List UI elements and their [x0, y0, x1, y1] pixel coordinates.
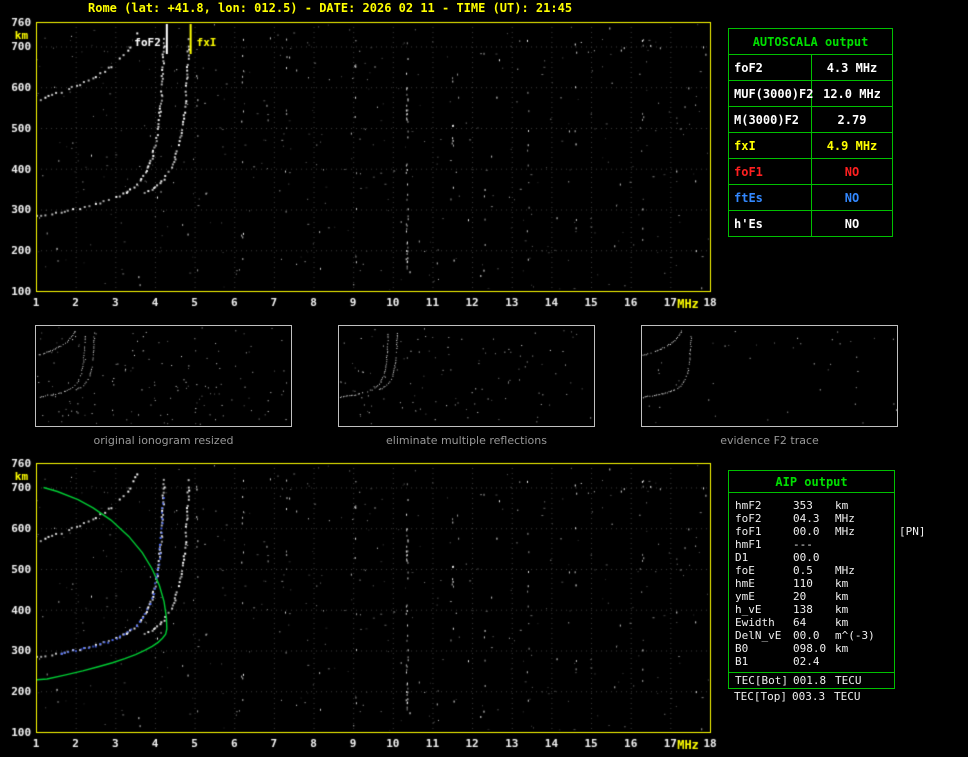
- aip-row-tec-bottom: TEC[Bot] 001.8 TECU: [729, 673, 894, 688]
- aip-row: B1 02.4: [729, 655, 894, 668]
- aip-param-value: 001.8: [793, 674, 827, 687]
- aip-row: h_vE 138 km: [729, 603, 894, 616]
- aip-param-value: 098.0: [793, 642, 827, 655]
- aip-param-label: hmE: [735, 577, 755, 590]
- aip-param-label: hmF2: [735, 499, 762, 512]
- aip-param-label: foE: [735, 564, 755, 577]
- aip-param-value: 00.0: [793, 551, 820, 564]
- param-label: h'Es: [729, 211, 812, 236]
- aip-rows: hmF2 353 km foF2 04.3 MHz foF1 00.0 MHz …: [729, 493, 926, 668]
- aip-param-unit: TECU: [834, 690, 861, 703]
- aip-param-value: 00.0: [793, 629, 820, 642]
- autoscala-window: { "header": { "title": "Rome (lat: +41.8…: [0, 0, 968, 757]
- aip-param-label: h_vE: [735, 603, 762, 616]
- thumbnail-eliminate-reflections: [338, 325, 595, 427]
- aip-param-unit: TECU: [835, 674, 862, 687]
- table-row: foF2 4.3 MHz: [729, 55, 892, 81]
- table-row: MUF(3000)F2 12.0 MHz: [729, 81, 892, 107]
- window-title: Rome (lat: +41.8, lon: 012.5) - DATE: 20…: [88, 1, 573, 15]
- param-label: foF2: [729, 55, 812, 80]
- thumbnail-caption: eliminate multiple reflections: [386, 434, 547, 447]
- table-row: h'Es NO: [729, 211, 892, 236]
- thumbnail-caption: original ionogram resized: [93, 434, 234, 447]
- aip-row: hmF2 353 km: [729, 499, 894, 512]
- aip-param-unit: km: [835, 616, 849, 629]
- aip-param-unit: MHz: [835, 512, 855, 525]
- aip-param-unit: m^(-3): [835, 629, 875, 642]
- table-row: fxI 4.9 MHz: [729, 133, 892, 159]
- aip-param-unit: km: [835, 642, 849, 655]
- param-label: MUF(3000)F2: [729, 81, 813, 106]
- aip-row: foF1 00.0 MHz [PN]: [729, 525, 926, 538]
- aip-param-label: foF1: [735, 525, 762, 538]
- aip-param-label: ymE: [735, 590, 755, 603]
- autoscala-output-table: AUTOSCALA output foF2 4.3 MHz MUF(3000)F…: [728, 28, 893, 237]
- aip-param-label: TEC[Bot]: [735, 674, 788, 687]
- aip-param-label: D1: [735, 551, 749, 564]
- aip-param-unit: km: [835, 499, 849, 512]
- aip-row: ymE 20 km: [729, 590, 894, 603]
- param-label: ftEs: [729, 185, 812, 210]
- aip-output-table: AIP output hmF2 353 km foF2 04.3 MHz foF…: [728, 470, 926, 689]
- param-value: NO: [844, 165, 860, 179]
- aip-row: DelN_vE 00.0 m^(-3): [729, 629, 894, 642]
- aip-row: D1 00.0: [729, 551, 894, 564]
- aip-param-unit: km: [835, 590, 849, 603]
- aip-output-title: AIP output: [729, 471, 894, 493]
- param-value: 12.0 MHz: [823, 87, 881, 101]
- aip-param-value: ---: [793, 538, 813, 551]
- aip-row-tec-top: TEC[Top] 003.3 TECU: [728, 690, 893, 705]
- thumbnail-original-ionogram: [35, 325, 292, 427]
- aip-param-unit: MHz: [835, 564, 855, 577]
- aip-param-label: foF2: [735, 512, 762, 525]
- aip-param-unit: km: [835, 603, 849, 616]
- aip-param-value: 04.3: [793, 512, 820, 525]
- param-value: NO: [844, 191, 860, 205]
- aip-param-label: B0: [735, 642, 749, 655]
- aip-param-value: 353: [793, 499, 813, 512]
- aip-param-note: [PN]: [899, 525, 926, 538]
- autoscala-output-title: AUTOSCALA output: [729, 29, 892, 55]
- aip-row: hmF1 ---: [729, 538, 894, 551]
- aip-param-value: 02.4: [793, 655, 820, 668]
- aip-param-value: 003.3: [792, 690, 826, 703]
- aip-param-label: DelN_vE: [735, 629, 782, 642]
- param-value: 4.9 MHz: [826, 139, 878, 153]
- param-label: fxI: [729, 133, 812, 158]
- table-row: M(3000)F2 2.79: [729, 107, 892, 133]
- aip-param-label: Ewidth: [735, 616, 775, 629]
- aip-row: B0 098.0 km: [729, 642, 894, 655]
- aip-param-label: B1: [735, 655, 749, 668]
- aip-param-value: 0.5: [793, 564, 813, 577]
- param-value: NO: [844, 217, 860, 231]
- aip-row: Ewidth 64 km: [729, 616, 894, 629]
- ionogram-profile-canvas: [0, 455, 725, 757]
- param-label: M(3000)F2: [729, 107, 812, 132]
- ionogram-main-canvas: [0, 14, 725, 316]
- aip-row: foE 0.5 MHz: [729, 564, 894, 577]
- aip-param-unit: MHz: [835, 525, 855, 538]
- thumbnail-caption: evidence F2 trace: [720, 434, 819, 447]
- aip-param-label: TEC[Top]: [734, 690, 787, 703]
- aip-param-value: 110: [793, 577, 813, 590]
- aip-param-value: 138: [793, 603, 813, 616]
- aip-param-value: 20: [793, 590, 807, 603]
- aip-param-unit: km: [835, 577, 849, 590]
- table-row: foF1 NO: [729, 159, 892, 185]
- table-row: ftEs NO: [729, 185, 892, 211]
- thumbnail-evidence-f2-trace: [641, 325, 898, 427]
- aip-param-label: hmF1: [735, 538, 762, 551]
- aip-row: hmE 110 km: [729, 577, 894, 590]
- aip-param-value: 00.0: [793, 525, 820, 538]
- param-value: 4.3 MHz: [826, 61, 878, 75]
- param-value: 2.79: [837, 113, 867, 127]
- aip-param-value: 64: [793, 616, 807, 629]
- aip-row: foF2 04.3 MHz: [729, 512, 894, 525]
- param-label: foF1: [729, 159, 812, 184]
